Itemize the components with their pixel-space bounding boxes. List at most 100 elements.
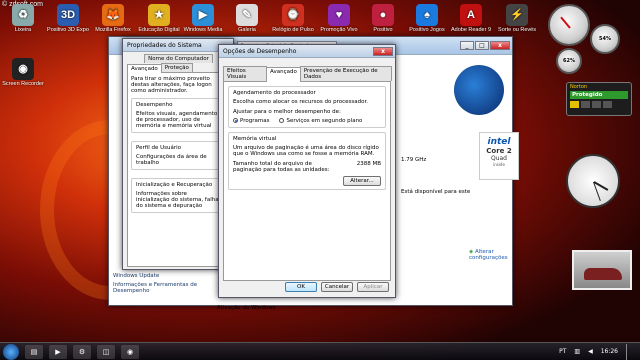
windows-update-link[interactable]: Windows Update [113, 273, 204, 279]
app-icon: ♥ [328, 4, 350, 26]
desktop-icon[interactable]: ♻ Lixeira [0, 4, 46, 33]
desktop-icon-label: Adobe Reader 9 [450, 27, 492, 33]
maximize-button[interactable]: □ [475, 41, 489, 50]
app-icon: ▶ [192, 4, 214, 26]
app-icon: 🦊 [102, 4, 124, 26]
startup-recovery-group: Inicialização e Recuperação Informações … [131, 178, 225, 213]
norton-brand: Norton [570, 84, 588, 90]
desktop-icon[interactable]: ♥ Promoção Vivo [316, 4, 362, 33]
norton-gadget[interactable]: Norton Protegido [566, 82, 632, 116]
advanced-panel: Agendamento do processador Escolha como … [223, 81, 391, 281]
system-properties-titlebar[interactable]: Propriedades do Sistema [123, 39, 233, 52]
app-icon: ✎ [236, 4, 258, 26]
network-icon[interactable]: ▥ [574, 348, 580, 355]
desktop-icon[interactable]: ♠ Positivo Jogos [404, 4, 450, 33]
radio-programs[interactable]: Programas [233, 118, 269, 124]
gauge-needle [560, 16, 571, 30]
memory-gauge[interactable]: 54% [590, 24, 620, 54]
activation-heading: Ativação do Windows [217, 305, 276, 311]
cpu-speed: 1.79 GHz [401, 157, 427, 163]
norton-status: Protegido [570, 91, 628, 99]
change-settings-link[interactable]: ◈ Alterar configurações [469, 249, 517, 261]
camera-icon: ◉ [12, 58, 34, 80]
cpu-gauge-small[interactable]: 62% [556, 48, 582, 74]
tab-visual-effects[interactable]: Efeitos Visuais [223, 66, 268, 81]
desktop-icon-label: Mozilla Firefox [95, 27, 131, 33]
tab-protection[interactable]: Proteção [160, 63, 193, 72]
admin-intro: Para tirar o máximo proveito destas alte… [131, 76, 212, 94]
windows-logo [454, 65, 504, 115]
minimize-button[interactable]: _ [460, 41, 474, 50]
tab-advanced[interactable]: Avançado [127, 64, 162, 73]
performance-tools-link[interactable]: Informações e Ferramentas de Desempenho [113, 282, 204, 294]
desktop-icon[interactable]: ● Positivo [360, 4, 406, 33]
screen-recorder-icon[interactable]: ◉ Screen Recorder [0, 58, 46, 87]
desktop-icon-label: Positivo [373, 27, 393, 33]
desktop-icon-label: Lixeira [14, 27, 32, 33]
taskbar: ▤ ▶ ⚙ ◫ ◉ PT ▥ ◀ 16:26 [0, 342, 640, 360]
update-notice: Está disponível para este [401, 189, 471, 195]
desktop-icon-label: Positivo 3D Expo [47, 27, 89, 33]
app-icon: ♠ [416, 4, 438, 26]
language-indicator[interactable]: PT [559, 348, 566, 355]
app-icon: ♻ [12, 4, 34, 26]
desktop-icon-label: Windows Media [183, 27, 223, 33]
tab-computer-name[interactable]: Nome do Computador [144, 54, 213, 63]
desktop-icon[interactable]: ✎ Galeria [224, 4, 270, 33]
desktop-icon-label: Galeria [238, 27, 256, 33]
norton-icon[interactable] [581, 101, 590, 108]
volume-icon[interactable]: ◀ [588, 348, 593, 355]
cpu-gauge[interactable] [548, 4, 590, 46]
desktop-icon[interactable]: ★ Educação Digital [136, 4, 182, 33]
control-panel-icon[interactable]: ◫ [97, 344, 115, 359]
desktop-icon[interactable]: 3D Positivo 3D Expo [45, 4, 91, 33]
desktop-icon-label: Sorte ou Revés [498, 27, 536, 33]
tab-advanced[interactable]: Avançado [266, 67, 301, 82]
norton-icon[interactable] [592, 101, 601, 108]
system-icon[interactable]: ⚙ [73, 344, 91, 359]
paging-file-size: 2388 MB [356, 161, 381, 167]
explorer-icon[interactable]: ▤ [25, 344, 43, 359]
app-icon: A [460, 4, 482, 26]
apply-button[interactable]: Aplicar [357, 282, 389, 292]
clock[interactable]: 16:26 [601, 348, 618, 355]
norton-icon[interactable] [570, 101, 579, 108]
desktop-icon-label: Positivo Jogos [409, 27, 445, 33]
intel-logo: intel Core 2 Quad inside [479, 132, 519, 180]
change-virtual-memory-button[interactable]: Alterar... [343, 176, 381, 186]
desktop-icon-label: Promoção Vivo [320, 27, 358, 33]
car-photo [584, 268, 622, 280]
ok-button[interactable]: OK [285, 282, 317, 292]
media-player-icon[interactable]: ▶ [49, 344, 67, 359]
desktop-icon[interactable]: ⚡ Sorte ou Revés [494, 4, 540, 33]
screen-recorder-icon[interactable]: ◉ [121, 344, 139, 359]
user-profile-group: Perfil de Usuário Configurações da área … [131, 141, 225, 170]
norton-icon[interactable] [603, 101, 612, 108]
desktop-icon[interactable]: ⌚ Relógio de Pulso [270, 4, 316, 33]
performance-options-dialog[interactable]: Opções de Desempenho x Efeitos Visuais A… [218, 44, 396, 298]
start-button[interactable] [3, 343, 19, 360]
app-icon: 3D [57, 4, 79, 26]
processor-scheduling-group: Agendamento do processador Escolha como … [228, 86, 386, 128]
desktop-icon[interactable]: ▶ Windows Media [180, 4, 226, 33]
radio-background-services[interactable]: Serviços em segundo plano [279, 118, 362, 124]
desktop-icon-label: Educação Digital [138, 27, 180, 33]
close-button[interactable]: x [373, 46, 393, 56]
see-also-links: Windows Update Informações e Ferramentas… [109, 273, 204, 294]
desktop-icon-label: Relógio de Pulso [272, 27, 314, 33]
tab-dep[interactable]: Prevenção de Execução de Dados [299, 66, 392, 81]
performance-options-titlebar[interactable]: Opções de Desempenho x [219, 45, 395, 58]
virtual-memory-group: Memória virtual Um arquivo de paginação … [228, 132, 386, 190]
show-desktop-button[interactable] [626, 343, 634, 360]
desktop-icon[interactable]: A Adobe Reader 9 [448, 4, 494, 33]
cancel-button[interactable]: Cancelar [321, 282, 353, 292]
slideshow-gadget[interactable] [572, 250, 632, 290]
app-icon: ⌚ [282, 4, 304, 26]
desktop-icon[interactable]: 🦊 Mozilla Firefox [90, 4, 136, 33]
advanced-panel: Para tirar o máximo proveito destas alte… [127, 72, 229, 267]
close-button[interactable]: x [490, 41, 510, 50]
performance-group: Desempenho Efeitos visuais, agendamento … [131, 98, 225, 133]
app-icon: ★ [148, 4, 170, 26]
app-icon: ⚡ [506, 4, 528, 26]
clock-gadget[interactable] [566, 154, 620, 208]
